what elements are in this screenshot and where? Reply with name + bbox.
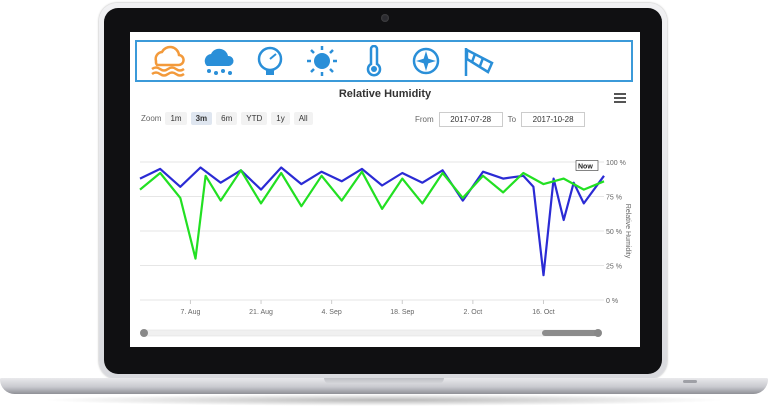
navigator-thumb: [542, 330, 598, 336]
x-tick-label: 18. Sep: [390, 309, 414, 316]
to-date-input[interactable]: 2017-10-28: [521, 112, 586, 127]
zoom-1m-button[interactable]: 1m: [165, 112, 187, 125]
zoom-1y-button[interactable]: 1y: [271, 112, 290, 125]
compass-icon[interactable]: [403, 43, 449, 79]
series-line-green: [139, 169, 605, 260]
sun-icon[interactable]: [299, 43, 345, 79]
to-label: To: [507, 115, 517, 124]
laptop-lid-notch: [324, 378, 444, 384]
navigator-track: [141, 329, 599, 337]
y-tick-label: 100 %: [606, 160, 626, 167]
from-date-input[interactable]: 2017-07-28: [438, 112, 503, 127]
y-tick-label: 25 %: [606, 264, 622, 271]
windsock-icon[interactable]: [455, 43, 501, 79]
laptop-shadow: [40, 394, 728, 406]
thermometer-icon[interactable]: [351, 43, 397, 79]
weather-rain-wave-icon[interactable]: [143, 43, 189, 79]
x-tick-label: 21. Aug: [249, 309, 273, 316]
chart-menu-button[interactable]: [614, 93, 626, 103]
zoom-controls: Zoom 1m 3m 6m YTD 1y All: [141, 112, 313, 125]
zoom-label: Zoom: [141, 114, 162, 123]
zoom-all-button[interactable]: All: [293, 112, 313, 125]
x-tick-label: 16. Oct: [532, 309, 555, 316]
from-label: From: [415, 115, 434, 124]
app-screen: Relative Humidity Zoom 1m 3m 6m YTD 1y A…: [130, 32, 640, 347]
barometer-icon[interactable]: [247, 43, 293, 79]
humidity-chart: 100 % 75 % 50 % 25 % 0 % Relative Humidity 7. …: [139, 160, 631, 337]
y-tick-label: 50 %: [606, 229, 622, 236]
date-range: From 2017-07-28 To 2017-10-28: [415, 112, 586, 127]
now-label: Now: [578, 164, 593, 171]
x-tick-label: 4. Sep: [322, 309, 342, 316]
y-tick-label: 75 %: [606, 195, 622, 202]
rain-cloud-icon[interactable]: [195, 43, 241, 79]
x-tick-label: 7. Aug: [181, 309, 201, 316]
chart-title: Relative Humidity: [338, 88, 432, 100]
y-axis-title: Relative Humidity: [624, 204, 631, 259]
status-light: [683, 380, 697, 383]
zoom-6m-button[interactable]: 6m: [216, 112, 238, 125]
navigator-left-handle: [140, 329, 148, 337]
y-tick-label: 0 %: [606, 298, 618, 305]
navigator-right-handle: [594, 329, 602, 337]
zoom-3m-button[interactable]: 3m: [190, 112, 213, 125]
webcam-icon: [381, 14, 389, 22]
weather-icon-bar: [135, 40, 633, 82]
x-tick-label: 2. Oct: [464, 309, 483, 316]
zoom-ytd-button[interactable]: YTD: [241, 112, 268, 125]
